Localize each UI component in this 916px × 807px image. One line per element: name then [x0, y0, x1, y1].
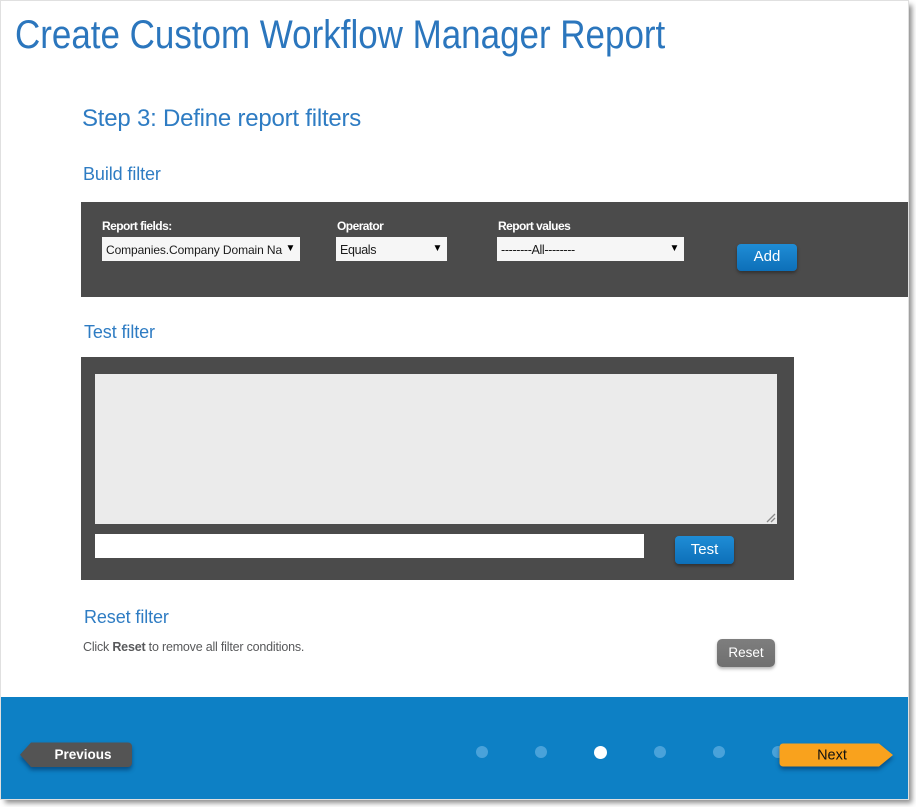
svg-text:Next: Next	[817, 748, 847, 764]
svg-text:Previous: Previous	[54, 747, 111, 762]
